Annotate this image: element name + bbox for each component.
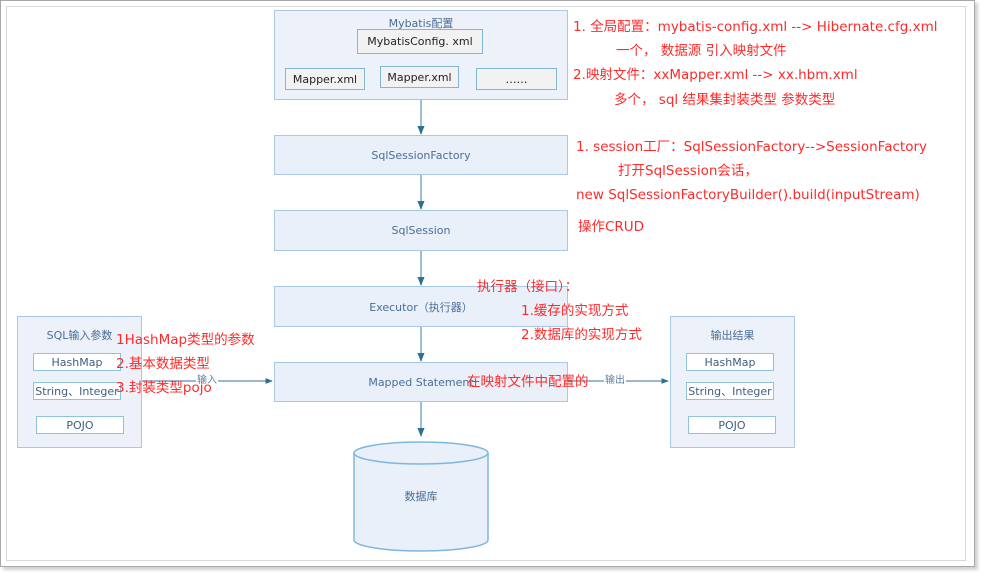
sql-session-factory-box: SqlSessionFactory xyxy=(274,135,568,175)
output-edge-label: 输出 xyxy=(604,375,626,386)
mapper-xml-1: Mapper.xml xyxy=(285,68,365,90)
note-executor-3: 2.数据库的实现方式 xyxy=(521,327,642,343)
note-factory-3: new SqlSessionFactoryBuilder().build(inp… xyxy=(576,187,920,203)
note-factory-2: 打开SqlSession会话， xyxy=(618,163,758,179)
output-result-title: 输出结果 xyxy=(710,329,755,342)
note-input-1: 1HashMap类型的参数 xyxy=(116,332,255,348)
mybatis-config-file: MybatisConfig. xml xyxy=(357,29,483,54)
note-factory-1: 1. session工厂：SqlSessionFactory-->Session… xyxy=(576,139,927,155)
input-hashmap: HashMap xyxy=(33,353,121,371)
sql-session-box: SqlSession xyxy=(274,210,568,251)
database-label: 数据库 xyxy=(404,490,438,503)
note-input-3: 3.封装类型pojo xyxy=(116,380,212,396)
output-hashmap: HashMap xyxy=(686,353,774,371)
output-string-integer: String、Integer xyxy=(686,382,774,400)
note-config-4: 多个， sql 结果集封装类型 参数类型 xyxy=(614,92,836,108)
note-config-2: 一个， 数据源 引入映射文件 xyxy=(616,43,787,59)
mapper-more: …… xyxy=(476,68,557,90)
output-pojo: POJO xyxy=(688,416,776,434)
note-input-2: 2.基本数据类型 xyxy=(116,356,210,372)
input-string-integer: String、Integer xyxy=(33,382,121,400)
note-config-3: 2.映射文件：xxMapper.xml --> xx.hbm.xml xyxy=(573,67,858,83)
note-executor-2: 1.缓存的实现方式 xyxy=(521,303,629,319)
note-executor-1: 执行器（接口）： xyxy=(477,279,579,295)
input-pojo: POJO xyxy=(36,416,124,434)
note-config-1: 1. 全局配置：mybatis-config.xml --> Hibernate… xyxy=(573,19,938,35)
mapper-xml-2: Mapper.xml xyxy=(380,66,459,88)
note-session: 操作CRUD xyxy=(578,219,645,235)
note-mapped-statement: 在映射文件中配置的 xyxy=(467,374,589,390)
